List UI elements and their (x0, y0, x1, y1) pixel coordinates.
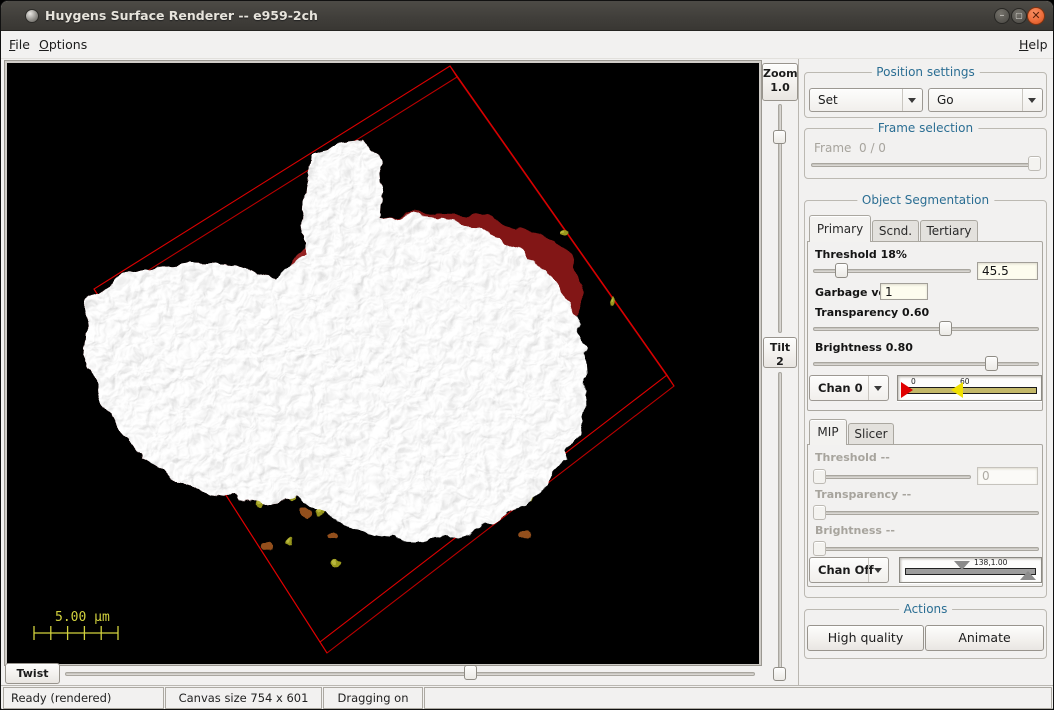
mip-marker-down-icon[interactable] (954, 561, 970, 570)
twist-slider[interactable] (65, 672, 755, 676)
status-canvas-size: Canvas size 754 x 601 (165, 687, 322, 709)
window-title: Huygens Surface Renderer -- e959-2ch (45, 1, 318, 30)
frame-selection-title: Frame selection (873, 121, 978, 135)
render-scene: 5.00 µm (7, 63, 759, 664)
status-empty (424, 687, 1052, 709)
channel-combobox-value: Chan 0 (818, 376, 863, 400)
mip-transparency-slider[interactable] (813, 511, 1039, 515)
frame-slider-handle[interactable] (1028, 156, 1041, 171)
frame-value: 0 / 0 (859, 141, 886, 155)
menubar: File Options Help (1, 31, 1053, 59)
tab-primary[interactable]: Primary (809, 215, 871, 242)
channel-histogram[interactable]: 0 60 (897, 375, 1042, 401)
threshold-label: Threshold 18% (815, 248, 907, 261)
zoom-value: 1.0 (763, 81, 797, 95)
mip-transparency-label: Transparency -- (815, 488, 911, 501)
titlebar[interactable]: Huygens Surface Renderer -- e959-2ch – ▢… (1, 1, 1053, 31)
mip-brightness-slider-handle[interactable] (813, 541, 826, 556)
mip-brightness-slider[interactable] (813, 547, 1039, 551)
status-dragging: Dragging on (323, 687, 423, 709)
high-quality-button[interactable]: High quality (807, 625, 924, 651)
frame-slider[interactable] (811, 163, 1041, 167)
tilt-button[interactable]: Tilt 2 (763, 337, 797, 368)
set-combobox-value: Set (818, 89, 838, 111)
canvas-frame: 5.00 µm (4, 60, 762, 666)
mip-channel-combobox-value: Chan Off (818, 558, 874, 582)
tilt-slider[interactable] (778, 372, 782, 681)
minimize-button[interactable]: – (994, 8, 1010, 24)
histogram-marker-high-icon[interactable] (951, 382, 963, 398)
close-button[interactable]: ✕ (1027, 7, 1045, 25)
mip-marker-label: 138,1.00 (974, 558, 1007, 567)
brightness-slider-handle[interactable] (985, 356, 998, 371)
app-window: Huygens Surface Renderer -- e959-2ch – ▢… (0, 0, 1054, 710)
object-segmentation-title: Object Segmentation (857, 193, 994, 207)
brightness-slider[interactable] (813, 362, 1039, 366)
threshold-input[interactable]: 45.5 (977, 262, 1038, 280)
transparency-slider[interactable] (813, 327, 1039, 331)
go-combobox[interactable]: Go (928, 88, 1043, 112)
transparency-slider-handle[interactable] (939, 321, 952, 336)
chevron-down-icon (1028, 98, 1036, 103)
zoom-button[interactable]: Zoom 1.0 (762, 63, 798, 101)
zoom-label: Zoom (763, 67, 797, 81)
chevron-down-icon (874, 386, 882, 391)
mip-brightness-label: Brightness -- (815, 524, 895, 537)
tab-tertiary[interactable]: Tertiary (920, 220, 978, 242)
mip-gradient-widget[interactable]: 138,1.00 (899, 557, 1042, 583)
mip-transparency-slider-handle[interactable] (813, 505, 826, 520)
frame-label: Frame (814, 141, 851, 155)
mip-channel-combobox[interactable]: Chan Off (809, 557, 889, 583)
render-canvas[interactable]: 5.00 µm (7, 63, 759, 664)
position-settings-title: Position settings (871, 65, 979, 79)
menu-options[interactable]: Options (33, 31, 93, 58)
brightness-label: Brightness 0.80 (815, 341, 913, 354)
channel-combobox[interactable]: Chan 0 (809, 375, 889, 401)
histogram-bar (902, 387, 1037, 394)
mip-marker-up-icon[interactable] (1020, 571, 1036, 580)
mip-threshold-slider-handle[interactable] (813, 469, 826, 484)
twist-button[interactable]: Twist 148 (5, 663, 60, 684)
scale-bar-label: 5.00 µm (55, 610, 110, 625)
menu-help[interactable]: Help (1013, 31, 1054, 58)
mip-threshold-input[interactable]: 0 (977, 467, 1038, 485)
animate-button[interactable]: Animate (925, 625, 1044, 651)
chevron-down-icon (874, 568, 882, 573)
app-icon (25, 9, 39, 23)
transparency-label: Transparency 0.60 (815, 306, 929, 319)
mip-gradient-bar (905, 568, 1036, 575)
zoom-slider-handle[interactable] (773, 130, 786, 144)
panel-divider (798, 59, 799, 685)
tab-mip[interactable]: MIP (809, 419, 847, 445)
status-text: Ready (rendered) (3, 687, 164, 709)
tilt-slider-handle[interactable] (773, 667, 786, 681)
tab-slicer[interactable]: Slicer (848, 423, 894, 445)
twist-slider-handle[interactable] (464, 665, 477, 680)
tilt-value: 2 (764, 355, 796, 369)
maximize-button[interactable]: ▢ (1011, 8, 1027, 24)
menu-file[interactable]: File (3, 31, 36, 58)
actions-title: Actions (899, 602, 953, 616)
garbage-vol-label: Garbage vol (815, 286, 890, 299)
tilt-label: Tilt (764, 341, 796, 355)
set-combobox[interactable]: Set (809, 88, 923, 112)
histogram-marker-low-icon[interactable] (901, 382, 913, 398)
chevron-down-icon (908, 98, 916, 103)
tab-scnd[interactable]: Scnd. (872, 220, 919, 242)
statusbar-divider (1, 685, 1053, 686)
go-combobox-value: Go (937, 89, 954, 111)
mip-threshold-label: Threshold -- (815, 451, 890, 464)
garbage-vol-input[interactable]: 1 (880, 283, 928, 300)
mip-threshold-slider[interactable] (813, 475, 971, 479)
threshold-slider-handle[interactable] (835, 263, 848, 278)
